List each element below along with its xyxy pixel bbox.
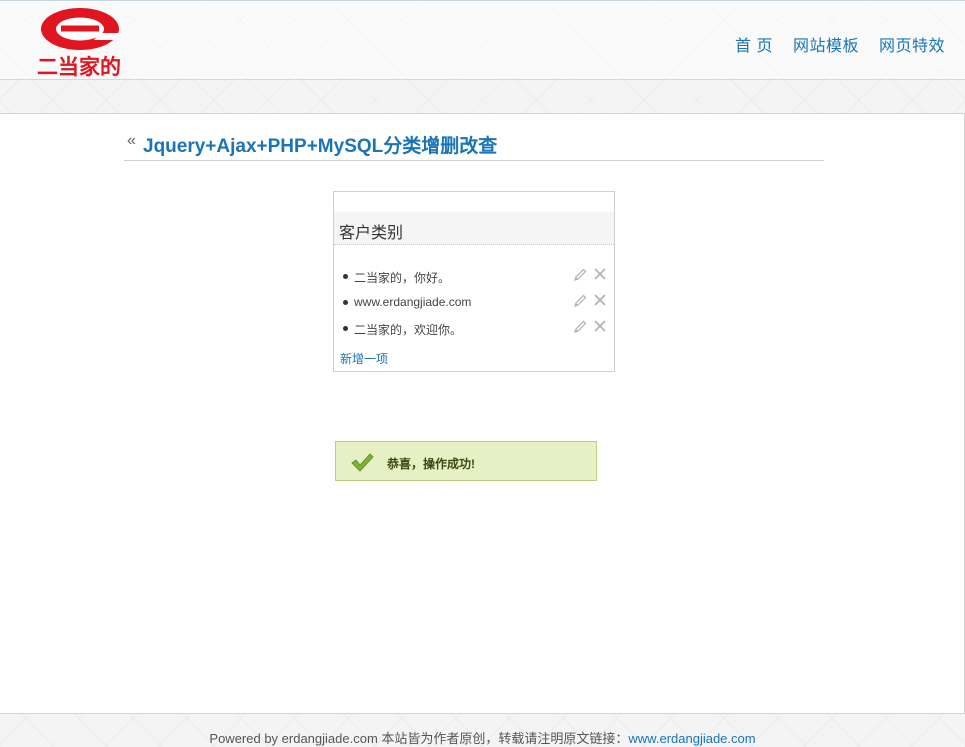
back-arrow-icon[interactable]: « <box>127 132 136 150</box>
list-item: 二当家的，你好。 <box>334 264 614 290</box>
edit-pencil-icon[interactable] <box>572 319 588 335</box>
list-item: www.erdangjiade.com <box>334 290 614 316</box>
main-content: « Jquery+Ajax+PHP+MySQL分类增删改查 客户类别 二当家的，… <box>0 113 965 714</box>
delete-x-icon[interactable] <box>592 318 608 334</box>
page-title-row: « Jquery+Ajax+PHP+MySQL分类增删改查 <box>124 128 824 161</box>
main-nav: 首 页 网站模板 网页特效 <box>735 32 945 56</box>
logo-text: 二当家的 <box>37 55 121 78</box>
delete-x-icon[interactable] <box>592 266 608 282</box>
page-title: Jquery+Ajax+PHP+MySQL分类增删改查 <box>143 136 498 157</box>
site-header: 二当家的 首 页 网站模板 网页特效 <box>0 0 965 80</box>
bullet-icon <box>343 274 348 279</box>
site-footer: Powered by erdangjiade.com 本站皆为作者原创，转载请注… <box>0 728 965 747</box>
bullet-icon <box>343 300 348 305</box>
category-list: 二当家的，你好。 www.erdangjiade.com 二当家的，欢迎你。 <box>334 264 614 342</box>
site-logo[interactable]: 二当家的 <box>34 4 124 78</box>
list-item: 二当家的，欢迎你。 <box>334 316 614 342</box>
item-text: 二当家的，欢迎你。 <box>354 323 463 337</box>
success-message: 恭喜，操作成功! <box>335 441 597 481</box>
panel-title: 客户类别 <box>339 225 404 242</box>
item-text: 二当家的，你好。 <box>354 271 451 285</box>
add-item-link[interactable]: 新增一项 <box>340 350 388 367</box>
nav-home[interactable]: 首 页 <box>735 32 773 56</box>
checkmark-icon <box>351 453 374 472</box>
success-text: 恭喜，操作成功! <box>387 457 475 471</box>
logo-icon: 二当家的 <box>37 8 121 78</box>
edit-pencil-icon[interactable] <box>572 267 588 283</box>
category-panel: 客户类别 二当家的，你好。 www.erdangjiade.com 二当家的，欢… <box>333 191 615 372</box>
nav-website-templates[interactable]: 网站模板 <box>793 32 859 56</box>
edit-pencil-icon[interactable] <box>572 293 588 309</box>
bullet-icon <box>343 326 348 331</box>
footer-text: Powered by erdangjiade.com 本站皆为作者原创，转载请注… <box>209 731 629 746</box>
panel-header: 客户类别 <box>334 212 614 245</box>
item-text: www.erdangjiade.com <box>354 295 472 309</box>
delete-x-icon[interactable] <box>592 292 608 308</box>
footer-link[interactable]: www.erdangjiade.com <box>628 731 755 746</box>
nav-web-effects[interactable]: 网页特效 <box>879 32 945 56</box>
